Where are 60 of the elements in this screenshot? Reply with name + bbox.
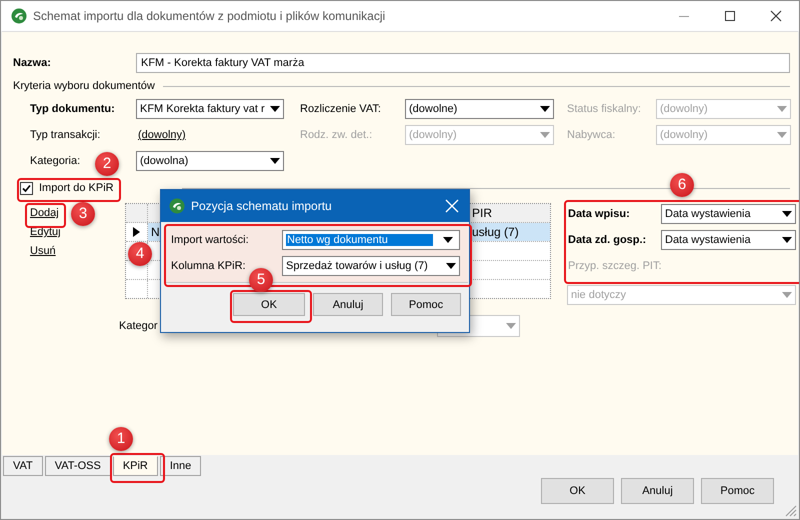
caret-icon (446, 263, 456, 269)
dropdown[interactable]: (dowolne) (405, 99, 554, 119)
caret-icon (782, 211, 792, 217)
caret-icon (506, 323, 516, 329)
tab[interactable]: KPiR (112, 456, 158, 476)
section-title: Kryteria wyboru dokumentów (13, 80, 155, 92)
dialog-button[interactable]: Anuluj (313, 293, 383, 316)
caret-icon (782, 237, 792, 243)
field-label: Data wpisu: (568, 207, 630, 221)
highlight-frame (110, 453, 165, 483)
caret-icon (777, 106, 787, 112)
field-label: Przyp. szczeg. PIT: (568, 259, 662, 273)
maximize-icon (724, 10, 736, 22)
field-label: Typ dokumentu: (30, 102, 115, 116)
caret-icon (540, 132, 550, 138)
field-label: Data zd. gosp.: (568, 233, 646, 247)
field-label: Kategor (119, 319, 159, 333)
table-header: PIR (471, 205, 494, 222)
dropdown[interactable]: Data wystawienia (661, 230, 796, 250)
app-logo-icon (11, 8, 27, 24)
link[interactable]: (dowolny) (136, 129, 186, 141)
dialog-title: Pozycja schematu importu (191, 199, 332, 213)
close-icon (770, 10, 782, 22)
tab[interactable]: VAT (3, 456, 43, 476)
window-title: Schemat importu dla dokumentów z podmiotu i plików komunikacji (33, 9, 386, 23)
app-logo-icon (169, 198, 185, 214)
dropdown[interactable]: KFM Korekta faktury vat r (136, 99, 284, 119)
tab[interactable]: VAT-OSS (44, 456, 111, 476)
field-label: Nabywca: (567, 128, 616, 142)
link[interactable]: Dodaj (28, 206, 59, 221)
checkbox-label: Import do KPiR (39, 181, 114, 195)
field-label: Kategoria: (30, 154, 80, 168)
field-label: Status fiskalny: (567, 102, 641, 116)
caret-icon (777, 132, 787, 138)
dropdown[interactable]: Netto wg dokumentu (282, 230, 460, 250)
dialog-button[interactable]: OK (541, 478, 614, 504)
resize-grip-icon (785, 505, 797, 517)
close-icon (445, 199, 459, 213)
field-label: Typ transakcji: (30, 128, 100, 142)
caret-icon (270, 106, 280, 112)
dialog-button[interactable]: Pomoc (391, 293, 461, 316)
dropdown[interactable]: Data wystawienia (661, 204, 796, 224)
field-label: Rodz. zw. det.: (300, 128, 372, 142)
dropdown[interactable]: (dowolna) (136, 151, 284, 171)
field-label: Rozliczenie VAT: (300, 102, 381, 116)
caret-icon (782, 292, 792, 298)
caret-icon (443, 237, 453, 243)
tab[interactable]: Inne (160, 456, 202, 476)
field-label: Nazwa: (13, 56, 52, 70)
caret-icon (540, 106, 550, 112)
name-field[interactable]: KFM - Korekta faktury VAT marża (136, 53, 790, 73)
field-label: Kolumna KPiR: (171, 259, 247, 273)
dialog-button[interactable]: Pomoc (701, 478, 774, 504)
link[interactable]: Usuń (28, 244, 56, 259)
table-cell: usług (7) (468, 223, 550, 241)
caret-icon (270, 158, 280, 164)
dropdown[interactable]: Sprzedaż towarów i usług (7) (282, 256, 460, 276)
dialog-button[interactable]: OK (233, 293, 305, 316)
dialog-button[interactable]: Anuluj (621, 478, 694, 504)
row-pointer-icon (133, 227, 140, 237)
